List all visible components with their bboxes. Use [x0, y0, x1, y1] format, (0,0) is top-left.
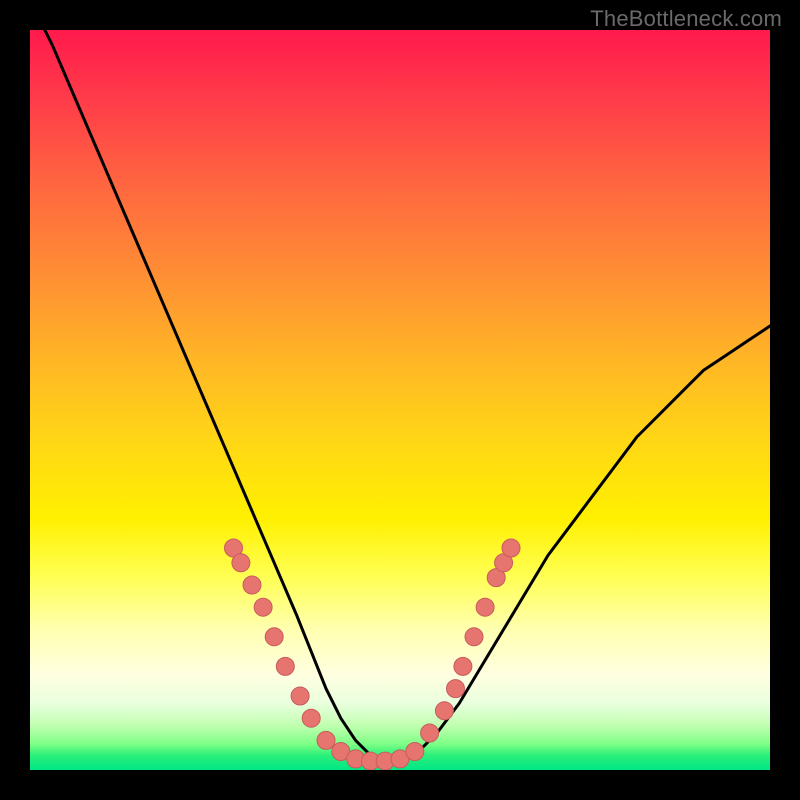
- marker-point: [502, 539, 520, 557]
- marker-point: [232, 554, 250, 572]
- marker-point: [291, 687, 309, 705]
- marker-point: [265, 628, 283, 646]
- chart-svg: [30, 30, 770, 770]
- marker-point: [447, 680, 465, 698]
- marker-point: [421, 724, 439, 742]
- marker-point: [435, 702, 453, 720]
- bottleneck-curve: [30, 30, 770, 763]
- chart-frame: TheBottleneck.com: [0, 0, 800, 800]
- marker-point: [254, 598, 272, 616]
- marker-point: [243, 576, 261, 594]
- marker-point: [465, 628, 483, 646]
- marker-point: [276, 657, 294, 675]
- marker-point: [454, 657, 472, 675]
- marker-point: [302, 709, 320, 727]
- plot-area: [30, 30, 770, 770]
- marker-point: [406, 743, 424, 761]
- marker-point: [476, 598, 494, 616]
- marker-point: [317, 731, 335, 749]
- watermark-text: TheBottleneck.com: [590, 6, 782, 32]
- highlight-markers: [225, 539, 521, 770]
